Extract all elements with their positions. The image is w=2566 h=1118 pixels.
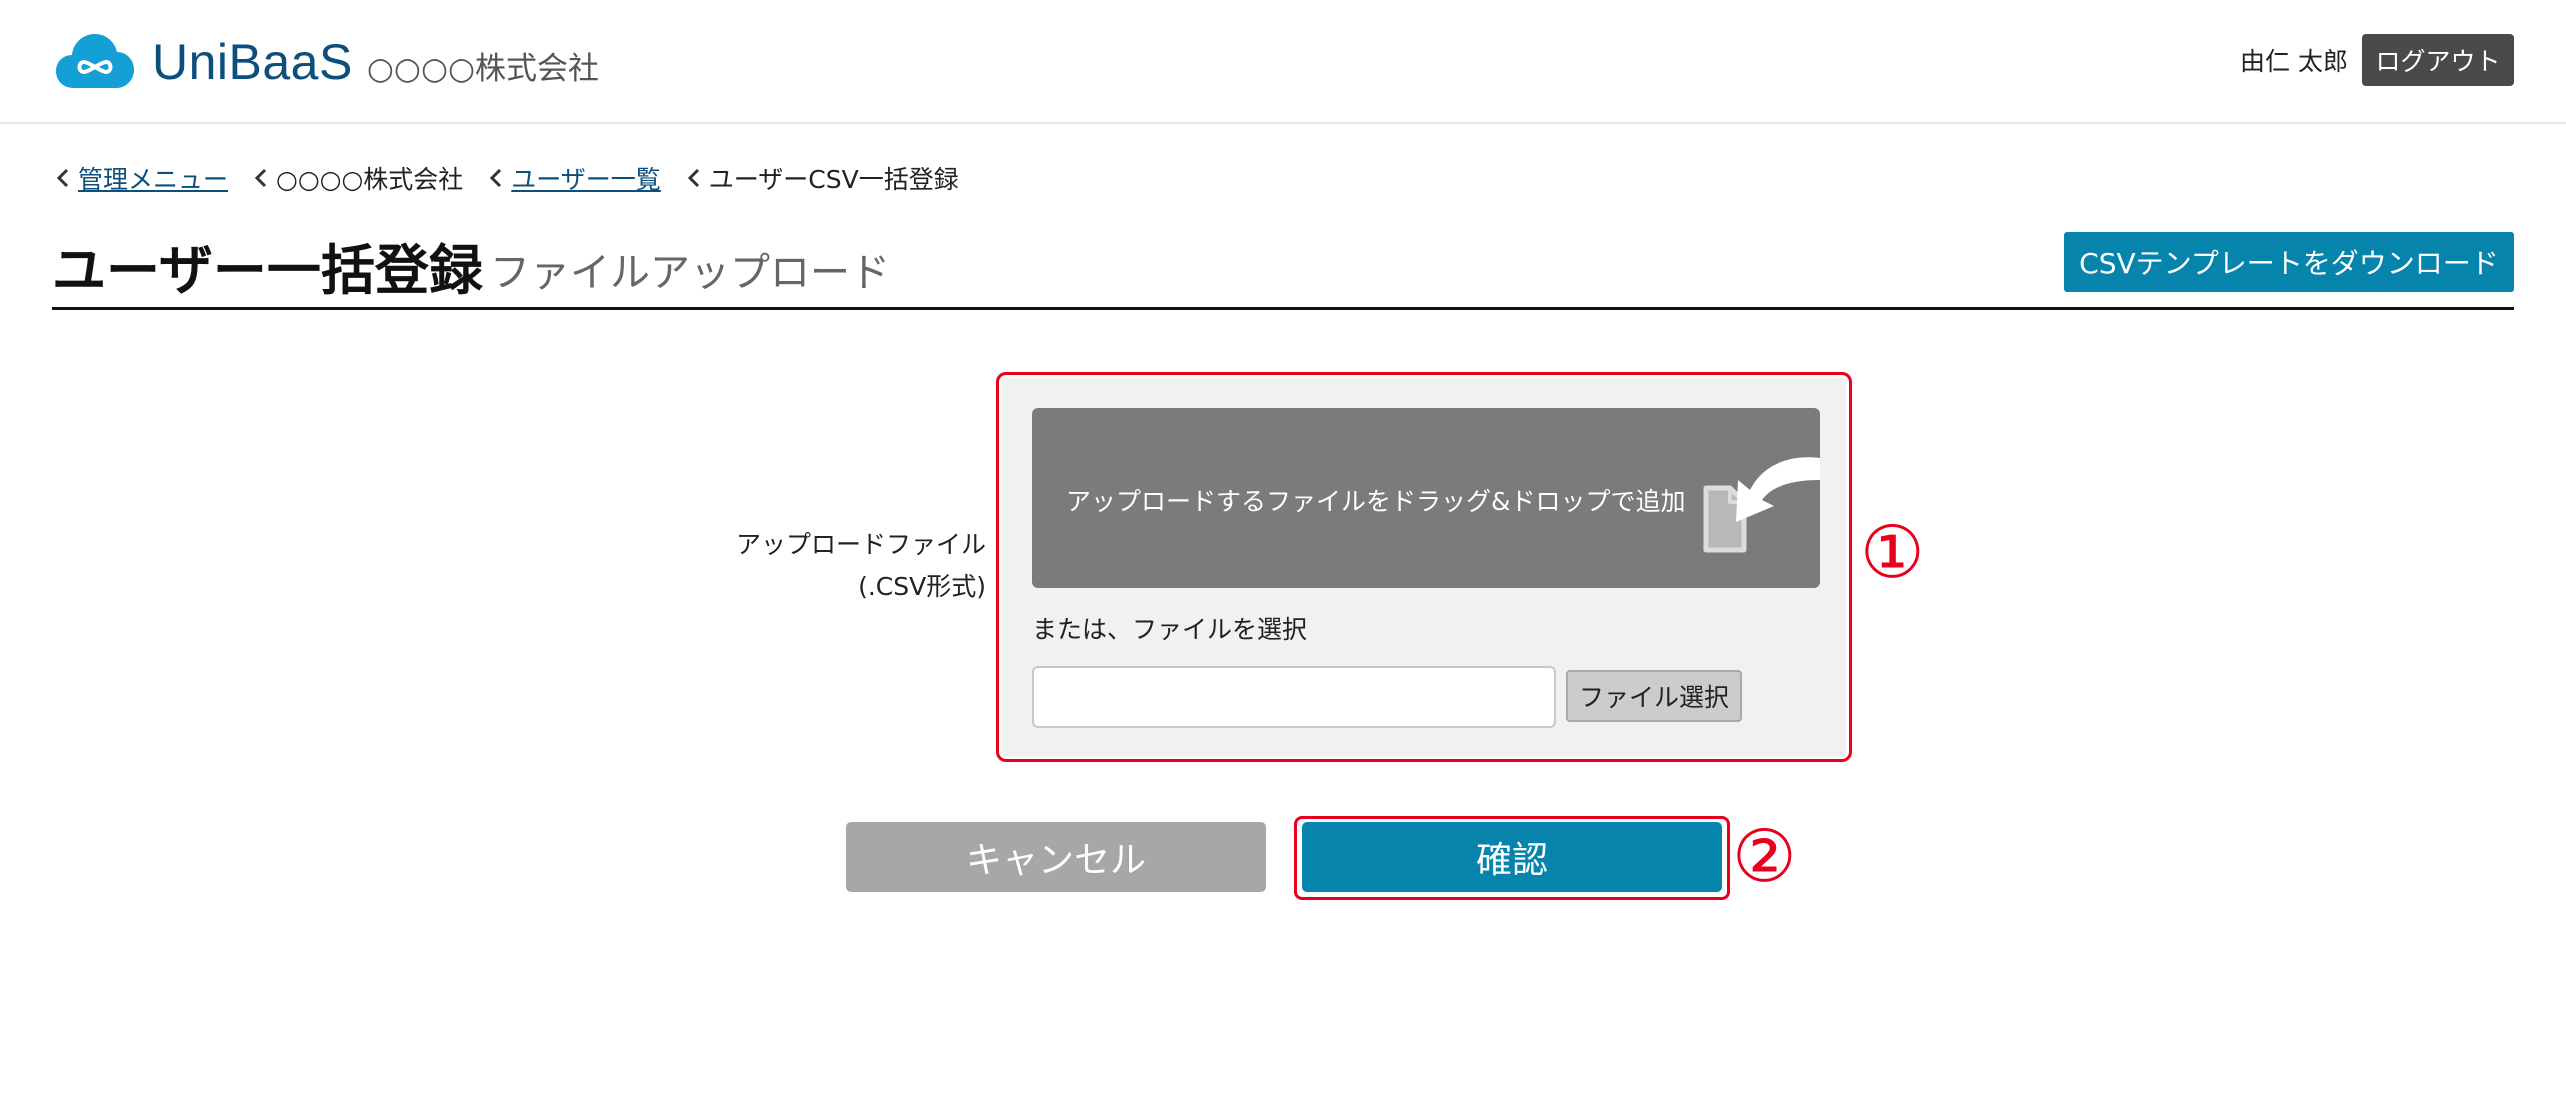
annotation-highlight-1 bbox=[996, 372, 1852, 762]
breadcrumb-link-user-list[interactable]: ユーザー一覧 bbox=[511, 160, 661, 196]
logo[interactable]: UniBaaS ○○○○株式会社 bbox=[56, 30, 599, 94]
company-name: ○○○○株式会社 bbox=[366, 50, 600, 87]
breadcrumb-item-company: ○○○○株式会社 bbox=[250, 160, 463, 196]
chevron-left-icon bbox=[254, 168, 267, 188]
brand-name: UniBaaS bbox=[152, 34, 353, 90]
chevron-left-icon bbox=[687, 168, 699, 188]
app-header: UniBaaS ○○○○株式会社 由仁 太郎 ログアウト bbox=[0, 0, 2566, 124]
page-title: ユーザー一括登録 bbox=[52, 239, 483, 302]
logout-button[interactable]: ログアウト bbox=[2362, 34, 2514, 86]
breadcrumb-text-current: ユーザーCSV一括登録 bbox=[708, 165, 959, 194]
breadcrumb-item-current: ユーザーCSV一括登録 bbox=[683, 160, 959, 196]
upload-file-label-line1: アップロードファイル bbox=[735, 530, 986, 559]
annotation-marker-1: ① bbox=[1860, 510, 1925, 594]
upload-file-label-line2: (.CSV形式) bbox=[858, 572, 986, 601]
page-title-row: ユーザー一括登録 ファイルアップロード CSVテンプレートをダウンロード bbox=[52, 222, 2514, 310]
user-name: 由仁 太郎 bbox=[2240, 47, 2348, 76]
upload-file-label: アップロードファイル (.CSV形式) bbox=[736, 524, 986, 608]
annotation-marker-2: ② bbox=[1732, 814, 1797, 898]
chevron-left-icon bbox=[490, 168, 502, 188]
page-subtitle: ファイルアップロード bbox=[490, 250, 890, 296]
breadcrumb-item-admin-menu[interactable]: 管理メニュー bbox=[52, 160, 228, 196]
cancel-button[interactable]: キャンセル bbox=[846, 822, 1266, 892]
chevron-left-icon bbox=[56, 168, 69, 188]
breadcrumb-text-company: ○○○○株式会社 bbox=[276, 165, 464, 194]
download-csv-template-button[interactable]: CSVテンプレートをダウンロード bbox=[2064, 232, 2514, 292]
annotation-highlight-2 bbox=[1294, 816, 1730, 900]
breadcrumb-link-admin-menu[interactable]: 管理メニュー bbox=[78, 160, 228, 196]
cloud-infinity-icon bbox=[56, 34, 134, 88]
breadcrumb-item-user-list[interactable]: ユーザー一覧 bbox=[485, 160, 661, 196]
breadcrumb: 管理メニュー ○○○○株式会社 ユーザー一覧 ユーザーCSV一括登録 bbox=[52, 160, 981, 196]
